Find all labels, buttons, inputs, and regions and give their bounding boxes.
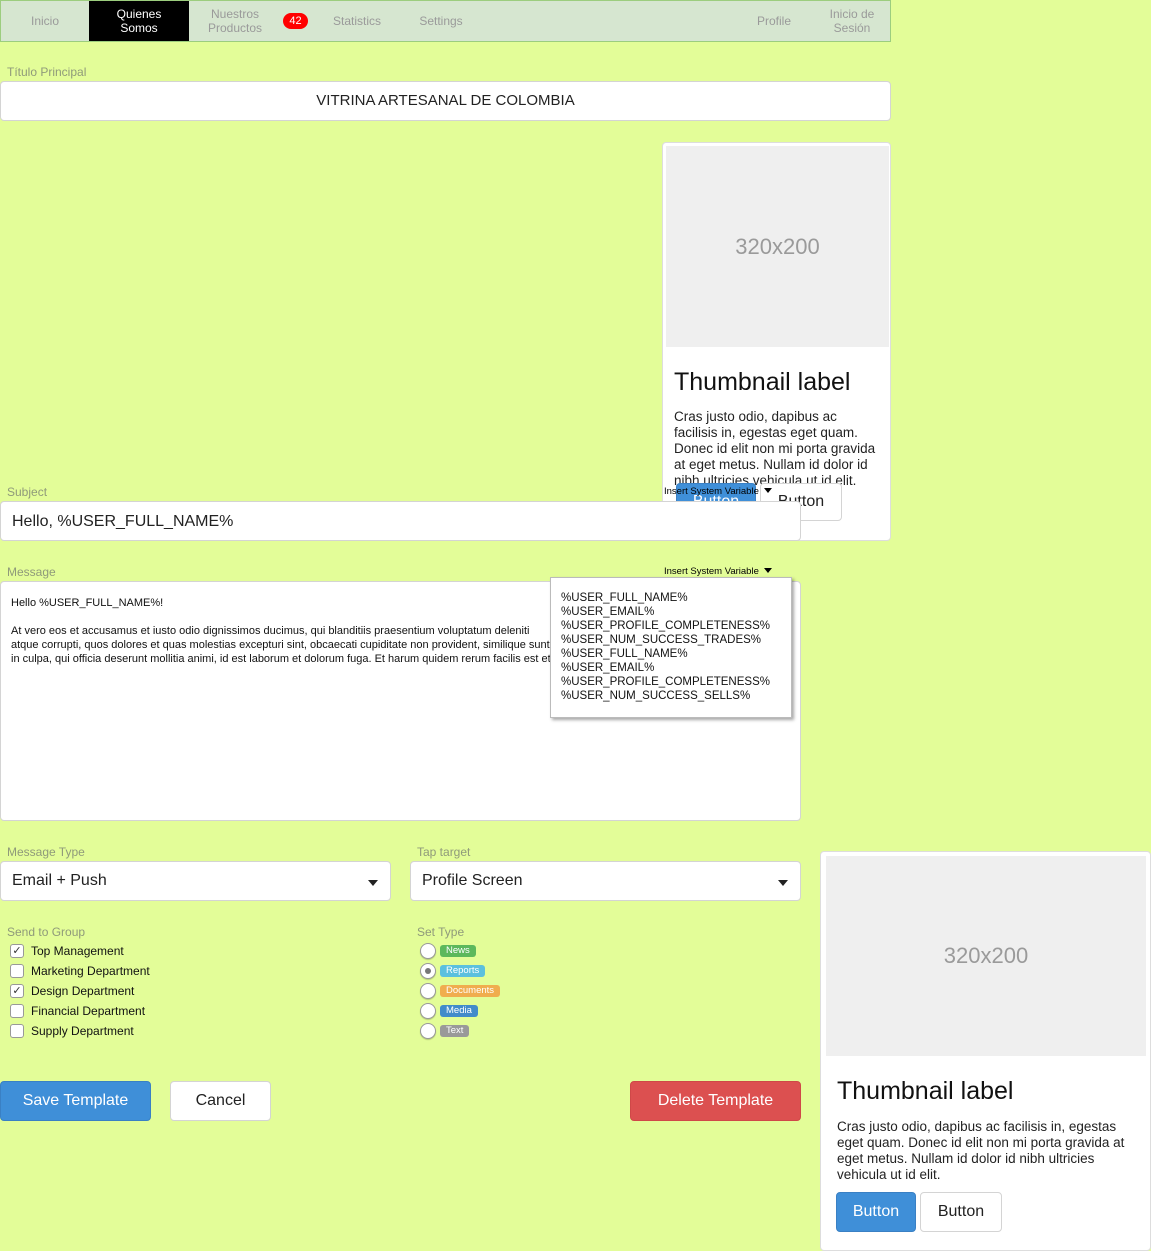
nav-item-nuestros-productos[interactable]: Nuestros Productos <box>199 1 271 41</box>
variable-option[interactable]: %USER_EMAIL% <box>561 605 791 619</box>
message-label: Message <box>7 565 56 579</box>
thumbnail-label: Thumbnail label <box>837 1077 1014 1105</box>
variable-option[interactable]: %USER_PROFILE_COMPLETENESS% <box>561 675 791 689</box>
variable-option[interactable]: %USER_FULL_NAME% <box>561 647 791 661</box>
variable-option[interactable]: %USER_PROFILE_COMPLETENESS% <box>561 619 791 633</box>
thumbnail-secondary-button[interactable]: Button <box>920 1192 1002 1232</box>
subject-label: Subject <box>7 485 48 499</box>
thumbnail-primary-button[interactable]: Button <box>836 1192 916 1232</box>
caret-down-icon <box>763 568 772 573</box>
checkbox-icon[interactable] <box>10 1024 24 1038</box>
thumbnail-image: 320x200 <box>666 146 889 347</box>
subject-input[interactable]: Hello, %USER_FULL_NAME% <box>0 501 801 541</box>
message-greeting: Hello %USER_FULL_NAME%! <box>11 597 164 609</box>
message-body: At vero eos et accusamus et iusto odio d… <box>11 625 551 665</box>
radio-icon[interactable] <box>420 943 436 959</box>
message-type-select[interactable]: Email + Push <box>0 861 391 901</box>
message-type-value: Email + Push <box>12 872 107 889</box>
type-radio-reports[interactable]: Reports <box>420 962 486 980</box>
checkbox-checked-icon[interactable]: ✓ <box>10 944 24 958</box>
tap-target-value: Profile Screen <box>422 872 523 889</box>
checkbox-icon[interactable] <box>10 964 24 978</box>
caret-down-icon <box>368 880 378 886</box>
type-radio-documents[interactable]: Documents <box>420 982 501 1000</box>
products-count-badge: 42 <box>283 13 308 29</box>
thumbnail-card-top: 320x200 Thumbnail label Cras justo odio,… <box>662 142 891 541</box>
group-checkbox-design[interactable]: ✓ Design Department <box>10 983 134 999</box>
insert-variable-text: Insert System Variable <box>664 486 759 497</box>
thumbnail-text: Cras justo odio, dapibus ac facilisis in… <box>837 1119 1125 1182</box>
group-label: Marketing Department <box>31 964 150 978</box>
insert-variable-text: Insert System Variable <box>664 566 759 577</box>
message-insert-variable[interactable]: Insert System Variable <box>664 566 772 577</box>
delete-template-button[interactable]: Delete Template <box>630 1081 801 1121</box>
message-type-label: Message Type <box>7 845 85 859</box>
nav-item-inicio[interactable]: Inicio <box>1 1 89 41</box>
type-radio-news[interactable]: News <box>420 942 476 960</box>
message-content: Hello %USER_FULL_NAME%! At vero eos et a… <box>11 596 551 666</box>
save-template-button[interactable]: Save Template <box>0 1081 151 1121</box>
system-variable-dropdown: %USER_FULL_NAME% %USER_EMAIL% %USER_PROF… <box>550 577 792 718</box>
tap-target-label: Tap target <box>417 845 471 859</box>
send-group-label: Send to Group <box>7 925 86 939</box>
variable-option[interactable]: %USER_NUM_SUCCESS_SELLS% <box>561 689 791 703</box>
radio-icon[interactable] <box>420 1023 436 1039</box>
variable-option[interactable]: %USER_EMAIL% <box>561 661 791 675</box>
radio-selected-icon[interactable] <box>420 963 436 979</box>
nav-item-settings[interactable]: Settings <box>405 1 477 41</box>
type-tag: News <box>440 945 476 957</box>
radio-icon[interactable] <box>420 983 436 999</box>
checkbox-checked-icon[interactable]: ✓ <box>10 984 24 998</box>
type-tag: Reports <box>440 965 486 977</box>
type-tag: Media <box>440 1005 478 1017</box>
group-checkbox-supply[interactable]: Supply Department <box>10 1023 134 1039</box>
variable-option[interactable]: %USER_FULL_NAME% <box>561 591 791 605</box>
group-label: Design Department <box>31 984 135 998</box>
thumbnail-card-bottom: 320x200 Thumbnail label Cras justo odio,… <box>820 851 1151 1251</box>
nav-item-profile[interactable]: Profile <box>741 1 807 41</box>
group-checkbox-financial[interactable]: Financial Department <box>10 1003 145 1019</box>
thumbnail-image: 320x200 <box>826 856 1146 1056</box>
top-navbar: Inicio Quienes Somos Nuestros Productos … <box>0 0 891 42</box>
type-tag: Documents <box>440 985 501 997</box>
group-label: Supply Department <box>31 1024 134 1038</box>
radio-icon[interactable] <box>420 1003 436 1019</box>
type-tag: Text <box>440 1025 470 1037</box>
type-radio-media[interactable]: Media <box>420 1002 478 1020</box>
caret-down-icon <box>763 488 772 493</box>
nav-item-quienes-somos[interactable]: Quienes Somos <box>89 1 189 41</box>
group-label: Financial Department <box>31 1004 146 1018</box>
thumbnail-label: Thumbnail label <box>674 368 851 396</box>
group-label: Top Management <box>31 944 124 958</box>
title-field-label: Título Principal <box>7 65 87 79</box>
type-radio-text[interactable]: Text <box>420 1022 470 1040</box>
subject-insert-variable[interactable]: Insert System Variable <box>664 486 772 497</box>
nav-item-statistics[interactable]: Statistics <box>319 1 395 41</box>
title-input[interactable]: VITRINA ARTESANAL DE COLOMBIA <box>0 81 891 121</box>
thumbnail-text: Cras justo odio, dapibus ac facilisis in… <box>674 409 876 485</box>
checkbox-icon[interactable] <box>10 1004 24 1018</box>
set-type-label: Set Type <box>417 925 465 939</box>
tap-target-select[interactable]: Profile Screen <box>410 861 801 901</box>
group-checkbox-marketing[interactable]: Marketing Department <box>10 963 150 979</box>
variable-option[interactable]: %USER_NUM_SUCCESS_TRADES% <box>561 633 791 647</box>
cancel-button[interactable]: Cancel <box>170 1081 271 1121</box>
nav-item-login[interactable]: Inicio de Sesión <box>815 1 889 41</box>
group-checkbox-top-management[interactable]: ✓ Top Management <box>10 943 124 959</box>
caret-down-icon <box>778 880 788 886</box>
